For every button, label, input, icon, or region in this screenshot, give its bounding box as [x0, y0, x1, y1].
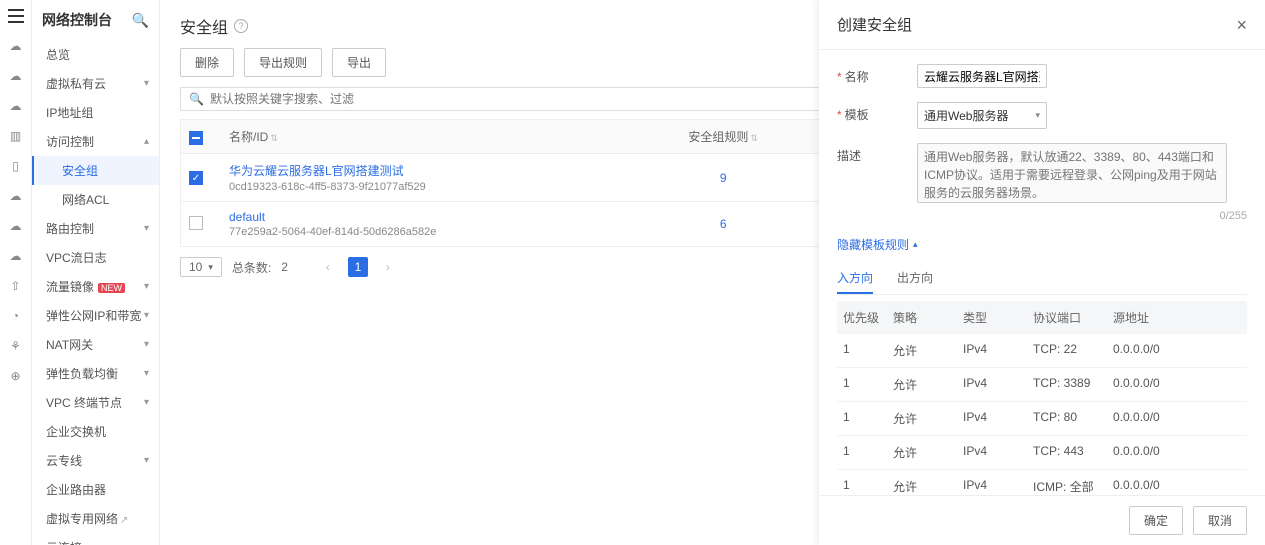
rules-count[interactable]: 6 — [630, 217, 816, 231]
drawer-footer: 确定 取消 — [819, 495, 1265, 545]
char-count: 0/255 — [917, 210, 1247, 222]
page-title: 安全组 — [180, 14, 228, 38]
delete-button[interactable]: 删除 — [180, 48, 234, 77]
sidebar-item[interactable]: 总览 — [32, 40, 159, 69]
sidebar-item[interactable]: VPC 终端节点▾ — [32, 388, 159, 417]
desc-textarea[interactable] — [917, 143, 1227, 203]
search-icon[interactable]: 🔍 — [132, 12, 149, 29]
tab-outbound[interactable]: 出方向 — [897, 263, 933, 294]
sidebar-title: 网络控制台 — [42, 10, 112, 30]
col-src: 源地址 — [1113, 309, 1241, 326]
chevron-down-icon: ▾ — [1035, 110, 1040, 121]
ok-button[interactable]: 确定 — [1129, 506, 1183, 535]
export-button[interactable]: 导出 — [332, 48, 386, 77]
doc-icon[interactable]: ▯ — [8, 158, 24, 174]
chevron-down-icon: ▾ — [208, 262, 213, 273]
total-count: 2 — [281, 260, 288, 274]
next-page[interactable]: › — [378, 257, 398, 277]
sidebar-item[interactable]: IP地址组 — [32, 98, 159, 127]
sidebar-item[interactable]: 路由控制▾ — [32, 214, 159, 243]
sidebar-item[interactable]: 虚拟专用网络↗ — [32, 504, 159, 533]
search-icon: 🔍 — [189, 92, 204, 106]
rule-row: 1允许IPv4ICMP: 全部0.0.0.0/0 — [837, 470, 1247, 495]
sidebar-item[interactable]: 虚拟私有云▾ — [32, 69, 159, 98]
icon-rail: ☁ ☁ ☁ ▥ ▯ ☁ ☁ ☁ ⇧ ◔ ⚘ ⊕ — [0, 0, 32, 545]
rules-count[interactable]: 9 — [630, 171, 816, 185]
drawer-title: 创建安全组 — [837, 14, 912, 35]
rules-header: 优先级 策略 类型 协议端口 源地址 — [837, 301, 1247, 334]
sidebar-header: 网络控制台 🔍 — [32, 0, 159, 40]
template-select[interactable]: 通用Web服务器 ▾ — [917, 102, 1047, 129]
cloud-icon-2[interactable]: ☁ — [8, 68, 24, 84]
rule-row: 1允许IPv4TCP: 4430.0.0.0/0 — [837, 436, 1247, 470]
total-label: 总条数: — [232, 259, 271, 276]
drawer-header: 创建安全组 × — [819, 0, 1265, 50]
hamburger-icon[interactable] — [8, 8, 24, 24]
sg-name-link[interactable]: default — [229, 210, 622, 224]
share-icon[interactable]: ⚘ — [8, 338, 24, 354]
name-label: 名称 — [837, 64, 917, 85]
export-rules-button[interactable]: 导出规则 — [244, 48, 322, 77]
help-icon[interactable]: ? — [234, 19, 248, 33]
cloud-icon-3[interactable]: ☁ — [8, 98, 24, 114]
page-size-select[interactable]: 10 ▾ — [180, 257, 222, 277]
col-type: 类型 — [963, 309, 1033, 326]
sort-icon[interactable]: ⇅ — [750, 133, 758, 143]
col-priority: 优先级 — [843, 309, 893, 326]
prev-page[interactable]: ‹ — [318, 257, 338, 277]
col-proto: 协议端口 — [1033, 309, 1113, 326]
sidebar-item[interactable]: 企业交换机 — [32, 417, 159, 446]
row-checkbox[interactable]: ✓ — [189, 171, 203, 185]
sidebar: 网络控制台 🔍 总览虚拟私有云▾IP地址组访问控制▴安全组网络ACL路由控制▾V… — [32, 0, 160, 545]
rule-row: 1允许IPv4TCP: 220.0.0.0/0 — [837, 334, 1247, 368]
page-1[interactable]: 1 — [348, 257, 368, 277]
sidebar-item[interactable]: 流量镜像NEW▾ — [32, 272, 159, 301]
col-name: 名称/ID⇅ — [221, 128, 630, 145]
col-policy: 策略 — [893, 309, 963, 326]
sidebar-sub-item[interactable]: 安全组 — [32, 156, 159, 185]
building-icon[interactable]: ▥ — [8, 128, 24, 144]
row-checkbox[interactable] — [189, 216, 203, 230]
upload-icon[interactable]: ⇧ — [8, 278, 24, 294]
cloud-icon-5[interactable]: ☁ — [8, 218, 24, 234]
direction-tabs: 入方向 出方向 — [837, 263, 1247, 295]
sort-icon[interactable]: ⇅ — [270, 133, 278, 143]
tab-inbound[interactable]: 入方向 — [837, 263, 873, 294]
select-all-checkbox[interactable] — [189, 131, 203, 145]
create-sg-drawer: 创建安全组 × 名称 模板 通用Web服务器 ▾ 描述 — [819, 0, 1265, 545]
sg-id: 77e259a2-5064-40ef-814d-50d6286a582e — [229, 226, 622, 238]
sidebar-list: 总览虚拟私有云▾IP地址组访问控制▴安全组网络ACL路由控制▾VPC流日志流量镜… — [32, 40, 159, 545]
headset-icon[interactable]: ◔ — [8, 308, 24, 324]
globe-icon[interactable]: ⊕ — [8, 368, 24, 384]
name-input[interactable] — [917, 64, 1047, 88]
rule-row: 1允许IPv4TCP: 33890.0.0.0/0 — [837, 368, 1247, 402]
sg-id: 0cd19323-618c-4ff5-8373-9f21077af529 — [229, 181, 622, 193]
cancel-button[interactable]: 取消 — [1193, 506, 1247, 535]
cloud-icon[interactable]: ☁ — [8, 38, 24, 54]
close-icon[interactable]: × — [1236, 16, 1247, 34]
sidebar-item[interactable]: 云专线▾ — [32, 446, 159, 475]
template-rules-toggle[interactable]: 隐藏模板规则 ▴ — [837, 236, 1247, 253]
sg-name-link[interactable]: 华为云耀云服务器L官网搭建测试 — [229, 162, 622, 179]
sidebar-item[interactable]: VPC流日志 — [32, 243, 159, 272]
cloud-icon-4[interactable]: ☁ — [8, 188, 24, 204]
drawer-body: 名称 模板 通用Web服务器 ▾ 描述 0/255 — [819, 50, 1265, 495]
sidebar-item[interactable]: 弹性公网IP和带宽▾ — [32, 301, 159, 330]
template-label: 模板 — [837, 102, 917, 123]
col-rules: 安全组规则⇅ — [630, 128, 816, 145]
sidebar-item[interactable]: 访问控制▴ — [32, 127, 159, 156]
sidebar-sub-item[interactable]: 网络ACL — [32, 185, 159, 214]
sidebar-item[interactable]: NAT网关▾ — [32, 330, 159, 359]
cloud-icon-6[interactable]: ☁ — [8, 248, 24, 264]
sidebar-item[interactable]: 弹性负载均衡▾ — [32, 359, 159, 388]
desc-label: 描述 — [837, 143, 917, 164]
sidebar-item[interactable]: 云连接↗ — [32, 533, 159, 545]
chevron-up-icon: ▴ — [913, 239, 918, 250]
rule-row: 1允许IPv4TCP: 800.0.0.0/0 — [837, 402, 1247, 436]
sidebar-item[interactable]: 企业路由器 — [32, 475, 159, 504]
